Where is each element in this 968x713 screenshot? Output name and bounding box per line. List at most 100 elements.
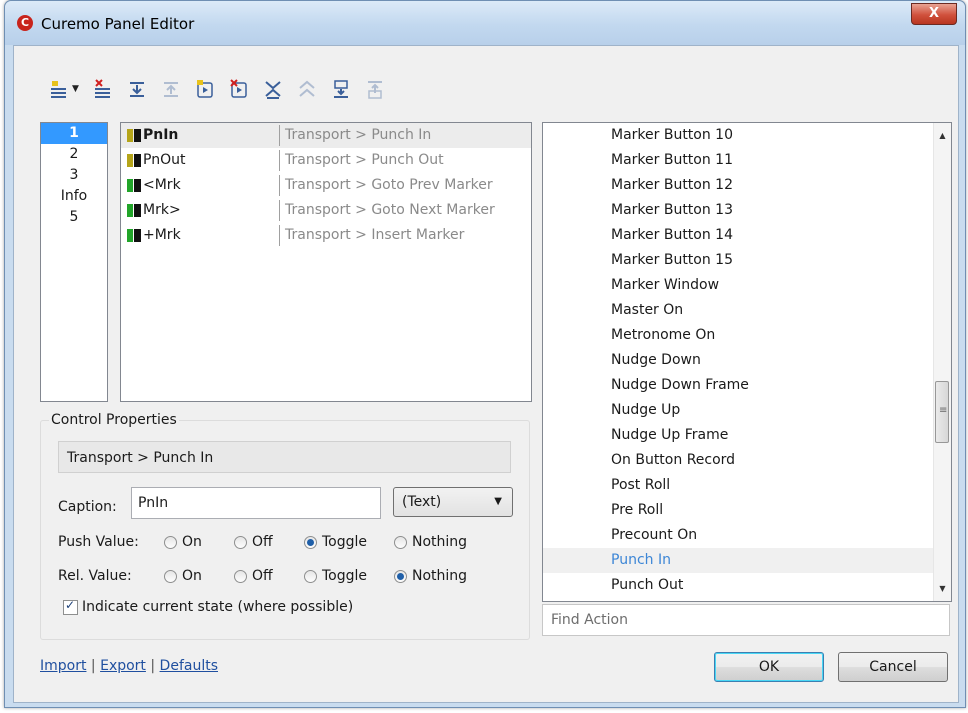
- find-action-input[interactable]: Find Action: [542, 604, 950, 636]
- group-legend: Control Properties: [49, 412, 179, 428]
- action-item[interactable]: On Button Record: [543, 448, 951, 473]
- control-action: Transport > Insert Marker: [285, 227, 465, 243]
- action-item[interactable]: Master On: [543, 298, 951, 323]
- push-nothing-radio[interactable]: Nothing: [394, 530, 467, 554]
- control-row[interactable]: Mrk> Transport > Goto Next Marker: [121, 198, 531, 223]
- defaults-link[interactable]: Defaults: [160, 658, 218, 674]
- release-off-radio[interactable]: Off: [234, 564, 273, 588]
- link-separator: |: [90, 658, 96, 674]
- page-list[interactable]: 1 2 3 Info 5: [40, 122, 108, 402]
- push-toggle-radio[interactable]: Toggle: [304, 530, 367, 554]
- ok-button[interactable]: OK: [714, 652, 824, 682]
- move-to-bottom-button[interactable]: [326, 75, 356, 103]
- page-item[interactable]: 1: [41, 123, 107, 144]
- action-item[interactable]: Nudge Down Frame: [543, 373, 951, 398]
- scroll-up-arrow-icon[interactable]: ▲: [934, 127, 951, 144]
- action-item[interactable]: Nudge Down: [543, 348, 951, 373]
- page-item[interactable]: 5: [41, 207, 107, 228]
- action-item[interactable]: Precount On: [543, 523, 951, 548]
- action-item[interactable]: Marker Button 10: [543, 123, 951, 148]
- move-down-icon: [130, 82, 144, 97]
- action-item[interactable]: Marker Window: [543, 273, 951, 298]
- radio-dot-icon: [164, 569, 177, 583]
- column-separator: [279, 125, 280, 146]
- curemo-app-icon: C: [17, 15, 33, 31]
- control-row[interactable]: PnIn Transport > Punch In: [121, 123, 531, 148]
- action-item[interactable]: Post Roll: [543, 473, 951, 498]
- control-action: Transport > Goto Next Marker: [285, 202, 495, 218]
- action-item[interactable]: Marker Button 13: [543, 198, 951, 223]
- radio-label: Off: [252, 568, 273, 584]
- chevron-down-icon: ▼: [494, 496, 502, 507]
- add-page-button[interactable]: [190, 75, 220, 103]
- control-action: Transport > Punch In: [285, 127, 432, 143]
- color-swatch-dark: [134, 154, 141, 167]
- export-link[interactable]: Export: [100, 658, 146, 674]
- action-item[interactable]: Marker Button 11: [543, 148, 951, 173]
- action-item[interactable]: Punch Out: [543, 573, 951, 598]
- title-bar: C Curemo Panel Editor X: [5, 1, 965, 45]
- add-control-button[interactable]: [44, 75, 74, 103]
- action-list[interactable]: Marker Button 10 Marker Button 11 Marker B…: [542, 122, 952, 602]
- color-swatch-dark: [134, 204, 141, 217]
- control-action: Transport > Punch Out: [285, 152, 444, 168]
- release-value-row: Rel. Value: On Off Toggle Nothing: [58, 564, 518, 588]
- remove-page-button[interactable]: [224, 75, 254, 103]
- page-down-icon: [265, 81, 281, 99]
- push-on-radio[interactable]: On: [164, 530, 202, 554]
- page-down-button[interactable]: [258, 75, 288, 103]
- release-nothing-radio[interactable]: Nothing: [394, 564, 467, 588]
- push-off-radio[interactable]: Off: [234, 530, 273, 554]
- action-item[interactable]: Marker Button 14: [543, 223, 951, 248]
- page-up-icon: [299, 80, 315, 97]
- action-item[interactable]: Punch In: [543, 548, 951, 573]
- action-item[interactable]: Nudge Up Frame: [543, 423, 951, 448]
- action-item[interactable]: Marker Button 15: [543, 248, 951, 273]
- action-item[interactable]: Nudge Up: [543, 398, 951, 423]
- scrollbar-thumb[interactable]: ≡: [935, 381, 949, 443]
- page-item[interactable]: Info: [41, 186, 107, 207]
- caption-type-select[interactable]: (Text) ▼: [393, 487, 513, 517]
- control-row[interactable]: +Mrk Transport > Insert Marker: [121, 223, 531, 248]
- cancel-button[interactable]: Cancel: [838, 652, 948, 682]
- radio-dot-icon: [394, 535, 407, 549]
- dropdown-arrow-icon[interactable]: ▼: [72, 84, 82, 94]
- push-value-label: Push Value:: [58, 534, 139, 550]
- color-swatch: [127, 179, 133, 192]
- radio-dot-icon: [304, 569, 317, 583]
- radio-label: On: [182, 534, 202, 550]
- action-item[interactable]: Pre Roll: [543, 498, 951, 523]
- control-properties-group: Control Properties Transport > Punch In …: [40, 412, 530, 640]
- control-list[interactable]: PnIn Transport > Punch In PnOut Transport >…: [120, 122, 532, 402]
- indicate-state-label: Indicate current state (where possible): [82, 599, 354, 615]
- indicate-state-checkbox[interactable]: Indicate current state (where possible): [63, 598, 354, 615]
- window-title: Curemo Panel Editor: [41, 15, 195, 33]
- page-up-button: [292, 75, 322, 103]
- radio-dot-icon: [304, 535, 317, 549]
- dialog-client: ▼ 1 2 3 Info 5 PnIn Transport > Punch In PnOut…: [13, 45, 959, 703]
- move-down-button[interactable]: [122, 75, 152, 103]
- column-separator: [279, 150, 280, 171]
- radio-dot-icon: [394, 569, 407, 583]
- control-name: +Mrk: [143, 227, 181, 243]
- import-link[interactable]: Import: [40, 658, 86, 674]
- page-item[interactable]: 2: [41, 144, 107, 165]
- action-list-scrollbar[interactable]: ▲ ≡ ▼: [933, 123, 951, 601]
- control-row[interactable]: <Mrk Transport > Goto Prev Marker: [121, 173, 531, 198]
- release-on-radio[interactable]: On: [164, 564, 202, 588]
- radio-label: Nothing: [412, 568, 468, 584]
- release-toggle-radio[interactable]: Toggle: [304, 564, 367, 588]
- action-item[interactable]: Marker Button 12: [543, 173, 951, 198]
- color-swatch-dark: [134, 229, 141, 242]
- action-items: Marker Button 10 Marker Button 11 Marker B…: [543, 123, 951, 598]
- add-control-icon: [51, 81, 66, 98]
- control-row[interactable]: PnOut Transport > Punch Out: [121, 148, 531, 173]
- page-item[interactable]: 3: [41, 165, 107, 186]
- radio-label: Nothing: [412, 534, 468, 550]
- scroll-down-arrow-icon[interactable]: ▼: [934, 580, 951, 597]
- remove-control-button[interactable]: [88, 75, 118, 103]
- action-item[interactable]: Metronome On: [543, 323, 951, 348]
- close-button[interactable]: X: [911, 3, 957, 25]
- caption-input[interactable]: PnIn: [131, 487, 381, 519]
- radio-label: Off: [252, 534, 273, 550]
